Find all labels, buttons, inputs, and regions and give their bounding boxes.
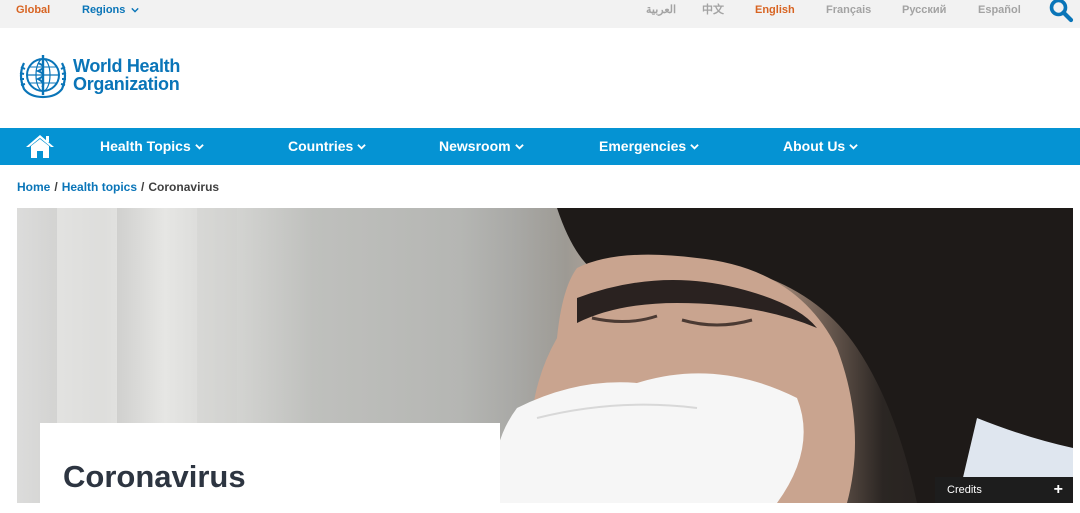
search-icon[interactable]	[1048, 0, 1074, 23]
chevron-down-icon	[195, 143, 204, 150]
chevron-down-icon	[690, 143, 699, 150]
credits-button[interactable]: Credits +	[935, 477, 1073, 503]
chevron-down-icon	[514, 143, 524, 150]
language-spanish[interactable]: Español	[978, 4, 1021, 16]
nav-label: Countries	[288, 138, 354, 154]
nav-about-us[interactable]: About Us	[783, 138, 858, 154]
site-header: World Health Organization	[0, 28, 1080, 128]
breadcrumb-current: Coronavirus	[148, 180, 220, 194]
chevron-down-icon	[131, 7, 140, 13]
chevron-down-icon	[849, 143, 858, 150]
breadcrumb-separator: /	[54, 180, 58, 194]
credits-label: Credits	[947, 484, 982, 496]
who-wordmark: World Health Organization	[73, 57, 180, 93]
nav-label: Newsroom	[439, 138, 511, 154]
main-navigation: Health Topics Countries Newsroom Emergen…	[0, 128, 1080, 165]
nav-countries[interactable]: Countries	[288, 138, 367, 154]
page-title: Coronavirus	[63, 459, 246, 494]
language-english[interactable]: English	[755, 4, 795, 16]
language-russian[interactable]: Русский	[902, 4, 946, 16]
breadcrumb-separator: /	[141, 180, 145, 194]
global-link[interactable]: Global	[16, 4, 50, 16]
logo-line-2: Organization	[73, 74, 180, 94]
nav-newsroom[interactable]: Newsroom	[439, 138, 524, 154]
who-emblem-icon	[19, 55, 67, 99]
nav-label: Health Topics	[100, 138, 191, 154]
home-icon[interactable]	[25, 133, 55, 159]
regions-label: Regions	[82, 4, 126, 16]
nav-emergencies[interactable]: Emergencies	[599, 138, 699, 154]
language-arabic[interactable]: العربية	[646, 4, 676, 16]
top-utility-bar: Global Regions العربية 中文 English França…	[0, 0, 1080, 28]
nav-health-topics[interactable]: Health Topics	[100, 138, 204, 154]
logo-line-1: World Health	[73, 56, 181, 76]
language-french[interactable]: Français	[826, 4, 871, 16]
who-logo[interactable]: World Health Organization	[16, 51, 180, 99]
regions-dropdown[interactable]: Regions	[82, 4, 140, 16]
nav-label: About Us	[783, 138, 846, 154]
nav-label: Emergencies	[599, 138, 687, 154]
breadcrumb-home[interactable]: Home	[17, 180, 50, 194]
chevron-down-icon	[357, 143, 367, 150]
language-chinese[interactable]: 中文	[702, 4, 724, 16]
breadcrumb: Home / Health topics / Coronavirus	[17, 180, 219, 194]
breadcrumb-health-topics[interactable]: Health topics	[62, 180, 137, 194]
plus-icon: +	[1053, 481, 1063, 498]
